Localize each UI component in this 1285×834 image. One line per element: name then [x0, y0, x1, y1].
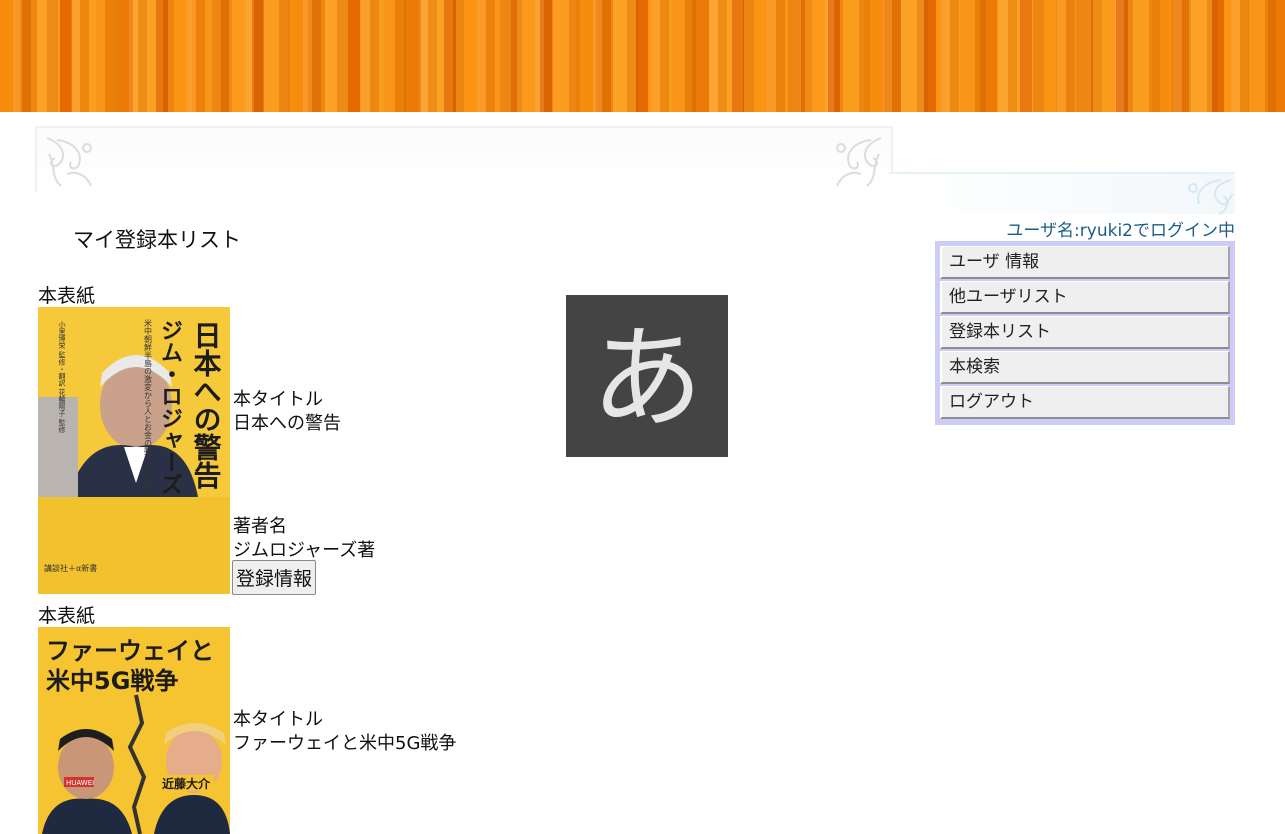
flourish-ornament-icon	[1188, 179, 1234, 215]
book-title: ファーウェイと米中5G戦争	[233, 733, 457, 754]
cover-publisher: 講談社＋α新書	[44, 563, 97, 573]
book-author: ジムロジャーズ著	[233, 540, 376, 561]
page-title: マイ登録本リスト	[73, 228, 241, 252]
author-label: 著者名	[233, 516, 287, 537]
cover-label: 本表紙	[38, 605, 96, 627]
cover-line-1: ファーウェイと	[46, 637, 214, 665]
header-banner	[0, 0, 1285, 112]
menu-item-logout[interactable]: ログアウト	[940, 386, 1230, 419]
cover-author: ジム・ロジャーズ	[157, 319, 183, 495]
content-frame	[35, 126, 893, 192]
book-cover-image[interactable]: ファーウェイと 米中5G戦争 HUAWEI 近藤大介	[38, 627, 230, 834]
cover-badge: HUAWEI	[66, 779, 94, 787]
book-entry: 本表紙 日本への警告 ジム・ロジャーズ 米中朝鮮半島の激変から人とお金の動きを見…	[38, 281, 458, 601]
book-title: 日本への警告	[233, 413, 341, 434]
title-label: 本タイトル	[233, 389, 323, 410]
book-cover-image[interactable]: 日本への警告 ジム・ロジャーズ 米中朝鮮半島の激変から人とお金の動きを見抜く 小…	[38, 307, 230, 594]
registration-info-button[interactable]: 登録情報	[232, 560, 317, 595]
cover-author: 近藤大介	[162, 776, 211, 791]
side-frame	[889, 172, 1235, 215]
flourish-ornament-icon	[836, 137, 882, 187]
cover-main-title: 日本への警告	[190, 321, 223, 490]
menu-item-book-search[interactable]: 本検索	[940, 351, 1230, 384]
ime-hiragana-char: あ	[591, 314, 703, 444]
flourish-ornament-icon	[46, 137, 92, 187]
book-entry: 本表紙 ファーウェイと 米中5G戦争 HUAWEI 近藤大介 本タイトル ファー…	[38, 601, 478, 834]
title-label: 本タイトル	[233, 709, 323, 730]
book-cover-art: 日本への警告 ジム・ロジャーズ 米中朝鮮半島の激変から人とお金の動きを見抜く 小…	[38, 307, 230, 594]
cover-line-2: 米中5G戦争	[46, 667, 178, 695]
cover-subtitle: 米中朝鮮半島の激変から人とお金の動きを見抜く	[144, 318, 153, 495]
cover-translator: 小里博栄 監修・翻訳 花輪陽子 監修	[58, 320, 66, 434]
side-menu: ユーザ 情報 他ユーザリスト 登録本リスト 本検索 ログアウト	[935, 241, 1235, 425]
ime-indicator: あ	[566, 295, 728, 457]
cover-label: 本表紙	[38, 285, 96, 307]
menu-item-registered-books[interactable]: 登録本リスト	[940, 316, 1230, 349]
book-cover-art: ファーウェイと 米中5G戦争 HUAWEI 近藤大介	[38, 627, 230, 834]
login-status: ユーザ名:ryuki2でログイン中	[1006, 221, 1235, 241]
menu-item-other-users[interactable]: 他ユーザリスト	[940, 281, 1230, 314]
menu-item-user-info[interactable]: ユーザ 情報	[940, 246, 1230, 279]
